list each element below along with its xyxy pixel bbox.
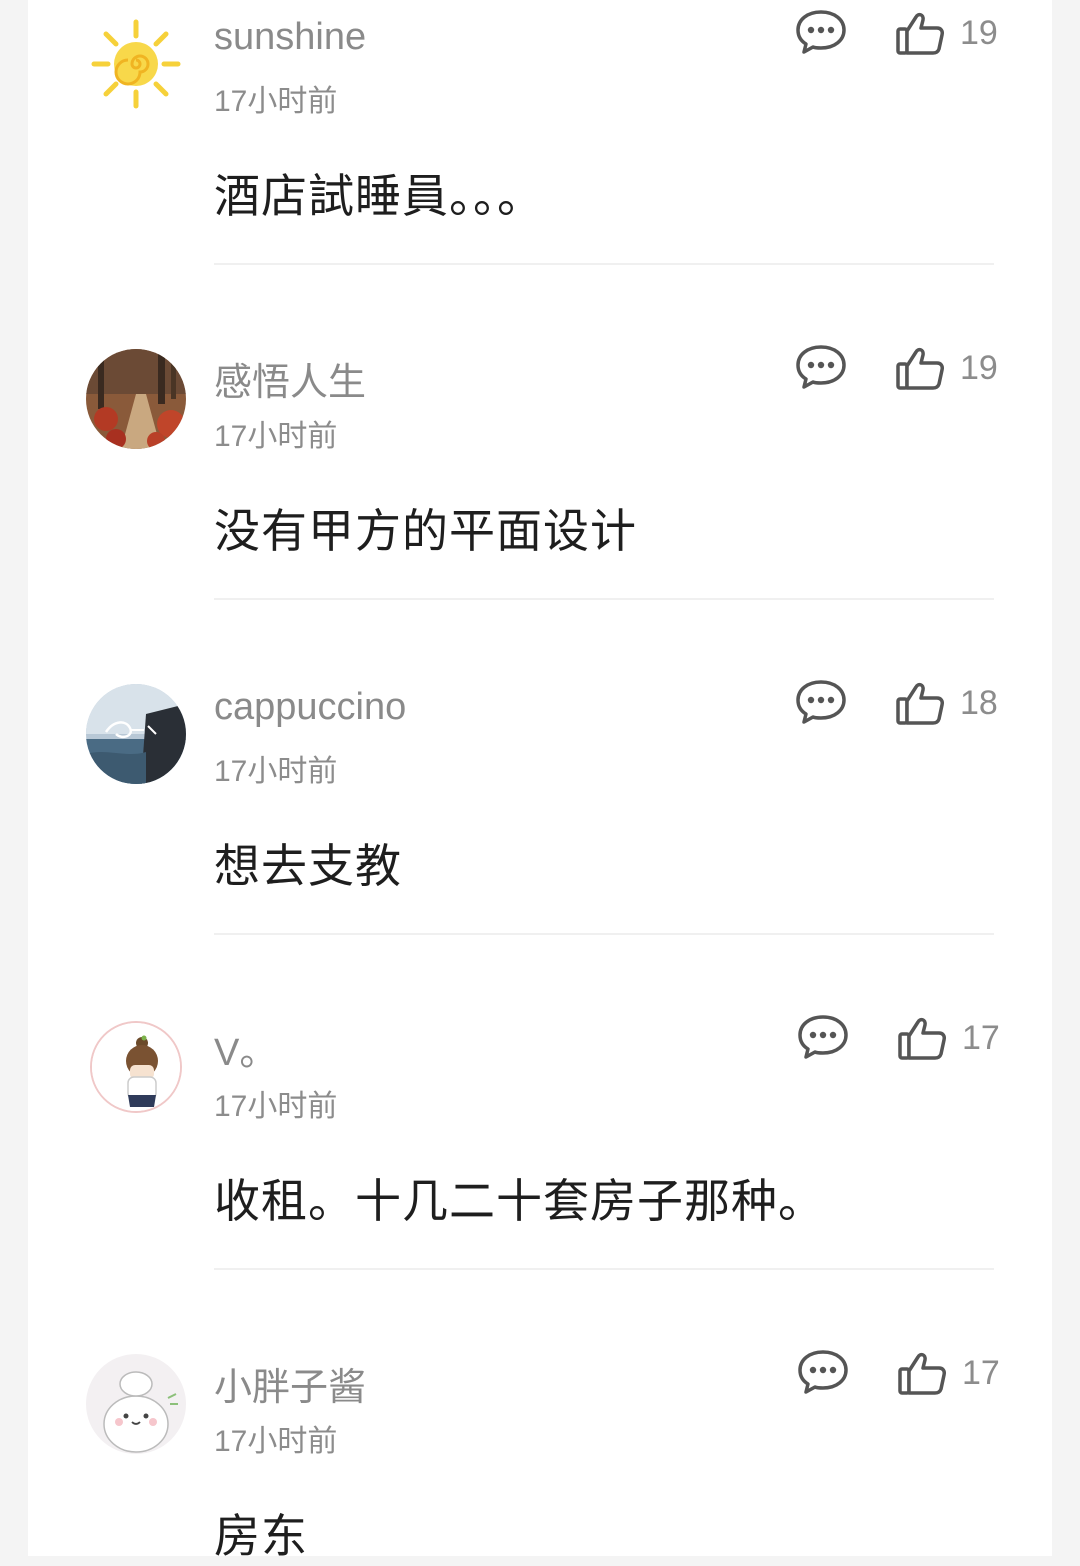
username[interactable]: V。	[214, 1021, 277, 1076]
like-button[interactable]: 17	[896, 1013, 1036, 1063]
comment-bubble-icon[interactable]	[796, 1348, 850, 1396]
comment-item: 感悟人生 17小时前 19 没有甲方的平面设计	[28, 335, 1052, 670]
comment-item: V。 17小时前 17 收租。十几二十套房子那种。	[28, 1005, 1052, 1340]
like-button[interactable]: 19	[894, 343, 1034, 393]
username[interactable]: 感悟人生	[214, 351, 366, 406]
like-button[interactable]: 18	[894, 678, 1034, 728]
divider	[214, 263, 994, 265]
thumbs-up-icon	[896, 12, 944, 55]
cartoon-bunny-icon	[86, 1354, 186, 1454]
sun-icon	[86, 14, 186, 114]
avatar[interactable]	[86, 14, 186, 114]
like-count: 17	[962, 1353, 1000, 1392]
like-count: 17	[962, 1018, 1000, 1057]
comment-item: 小胖子酱 17小时前 17 房东	[28, 1340, 1052, 1562]
comment-bubble-icon[interactable]	[794, 678, 848, 726]
avatar[interactable]	[86, 684, 186, 784]
timestamp: 17小时前	[214, 1425, 338, 1458]
autumn-path-icon	[86, 349, 186, 449]
comment-bubble-icon[interactable]	[794, 343, 848, 391]
username[interactable]: 小胖子酱	[214, 1356, 366, 1411]
thumbs-up-icon	[896, 682, 944, 725]
username[interactable]: cappuccino	[214, 686, 406, 729]
timestamp: 17小时前	[214, 420, 338, 453]
comment-bubble-icon[interactable]	[794, 8, 848, 56]
comment-list: sunshine 17小时前 19 酒店試睡員。。。 感悟人生 17小时前 19…	[28, 0, 1052, 1562]
like-button[interactable]: 19	[894, 8, 1034, 58]
comment-bubble-icon[interactable]	[796, 1013, 850, 1061]
cartoon-girl-icon	[92, 1023, 180, 1111]
comment-text: 房东	[214, 1510, 308, 1562]
comment-text: 没有甲方的平面设计	[214, 505, 637, 557]
timestamp: 17小时前	[214, 85, 338, 118]
like-count: 19	[960, 348, 998, 387]
comment-text: 收租。十几二十套房子那种。	[214, 1175, 825, 1227]
avatar[interactable]	[86, 1354, 186, 1454]
timestamp: 17小时前	[214, 1090, 338, 1123]
like-count: 18	[960, 683, 998, 722]
divider	[214, 933, 994, 935]
divider	[214, 598, 994, 600]
like-button[interactable]: 17	[896, 1348, 1036, 1398]
comment-item: cappuccino 17小时前 18 想去支教	[28, 670, 1052, 1005]
username[interactable]: sunshine	[214, 16, 366, 59]
smile-seascape-icon	[86, 684, 186, 784]
thumbs-up-icon	[898, 1352, 946, 1395]
like-count: 19	[960, 13, 998, 52]
thumbs-up-icon	[898, 1017, 946, 1060]
thumbs-up-icon	[896, 347, 944, 390]
comment-text: 酒店試睡員。。。	[214, 170, 544, 222]
avatar[interactable]	[86, 349, 186, 449]
divider	[214, 1268, 994, 1270]
comment-item: sunshine 17小时前 19 酒店試睡員。。。	[28, 0, 1052, 335]
comment-text: 想去支教	[214, 840, 402, 892]
avatar[interactable]	[90, 1021, 182, 1113]
timestamp: 17小时前	[214, 755, 338, 788]
